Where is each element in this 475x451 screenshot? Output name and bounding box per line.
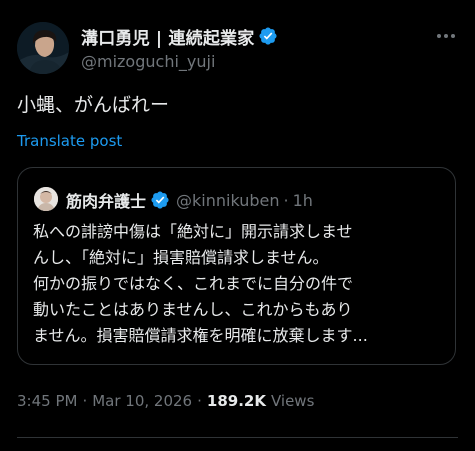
separator-dot: · [197, 392, 202, 410]
quoted-tweet[interactable]: 筋肉弁護士 @kinnikuben · 1h 私への誹謗中傷は「絶対に」開示請求… [17, 167, 456, 365]
quoted-author-name[interactable]: 筋肉弁護士 [66, 188, 146, 212]
author-avatar[interactable] [17, 22, 69, 74]
verified-badge-icon[interactable] [150, 190, 170, 210]
quoted-text-line: ません。損害賠償請求権を明確に放棄します... [33, 326, 368, 345]
author-info: 溝口勇児 | 連続起業家 @mizoguchi_yuji [81, 24, 278, 71]
quoted-text-line: 私への誹謗中傷は「絶対に」開示請求しませ [33, 222, 353, 241]
post-time[interactable]: 3:45 PM [17, 392, 77, 410]
translate-post-link[interactable]: Translate post [17, 132, 122, 150]
tweet-text: 小蝿、がんばれー [17, 94, 170, 116]
quoted-author-avatar[interactable] [34, 187, 58, 211]
quoted-text: 私への誹謗中傷は「絶対に」開示請求しませ んし、「絶対に」損害賠償請求しません。… [33, 219, 453, 349]
quoted-text-line: 動いたことはありませんし、これからもあり [33, 300, 353, 319]
author-name[interactable]: 溝口勇児 | 連続起業家 [81, 24, 254, 49]
views-count: 189.2K [206, 392, 266, 410]
post-date[interactable]: Mar 10, 2026 [92, 392, 192, 410]
more-options-icon[interactable] [433, 26, 459, 46]
separator-dot: · [283, 190, 289, 210]
quoted-timestamp[interactable]: 1h [293, 191, 313, 210]
author-handle[interactable]: @mizoguchi_yuji [81, 52, 278, 71]
tweet[interactable]: 溝口勇児 | 連続起業家 @mizoguchi_yuji 小蝿、がんばれー Tr… [0, 0, 475, 451]
quoted-text-line: 何かの振りではなく、これまでに自分の件で [33, 274, 354, 293]
tweet-metadata: 3:45 PM · Mar 10, 2026 · 189.2K Views [17, 392, 314, 410]
divider [17, 437, 458, 438]
verified-badge-icon[interactable] [258, 26, 278, 46]
separator-dot: · [82, 392, 88, 410]
quoted-text-line: んし、「絶対に」損害賠償請求しません。 [33, 248, 329, 267]
quoted-author-handle[interactable]: @kinnikuben [176, 191, 280, 210]
views-label: Views [270, 392, 315, 410]
